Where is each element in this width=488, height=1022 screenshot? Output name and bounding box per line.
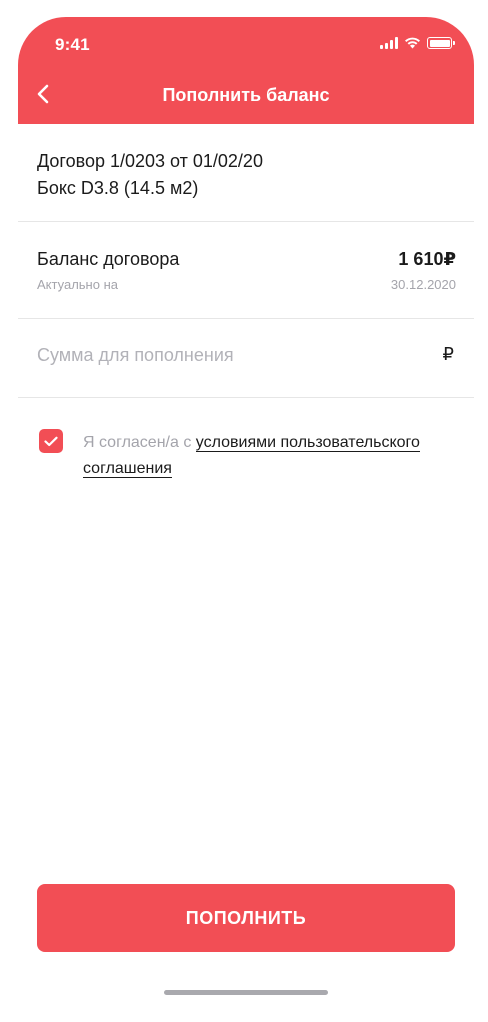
status-icons [380,37,455,49]
balance-label: Баланс договора [37,249,180,269]
agreement-prefix: Я согласен/а с [83,434,196,451]
balance-value: 1 610₽ [398,249,456,269]
divider [18,397,474,398]
agreement-checkbox[interactable] [39,429,63,453]
amount-input[interactable] [37,342,417,368]
page-title: Пополнить баланс [162,85,330,105]
divider [18,221,474,222]
battery-icon [427,37,455,49]
balance-date-label: Актуально на [37,277,118,292]
status-time: 9:41 [55,35,90,54]
checkmark-icon [44,436,58,446]
home-indicator [164,990,328,995]
top-up-button[interactable]: ПОПОЛНИТЬ [37,884,455,952]
signal-icon [380,37,398,49]
agreement-text: Я согласен/а с условиями пользовательско… [83,430,463,482]
box-info: Бокс D3.8 (14.5 м2) [37,178,199,198]
balance-date: 30.12.2020 [390,277,456,292]
wifi-icon [405,37,420,49]
phone-screen: 9:41 Пополнить баланс Договор 1/0203 от … [18,17,474,1022]
contract-number: Договор 1/0203 от 01/02/20 [37,151,263,171]
header-bar: 9:41 Пополнить баланс [18,17,474,124]
currency-symbol: ₽ [442,344,454,364]
divider [18,318,474,319]
